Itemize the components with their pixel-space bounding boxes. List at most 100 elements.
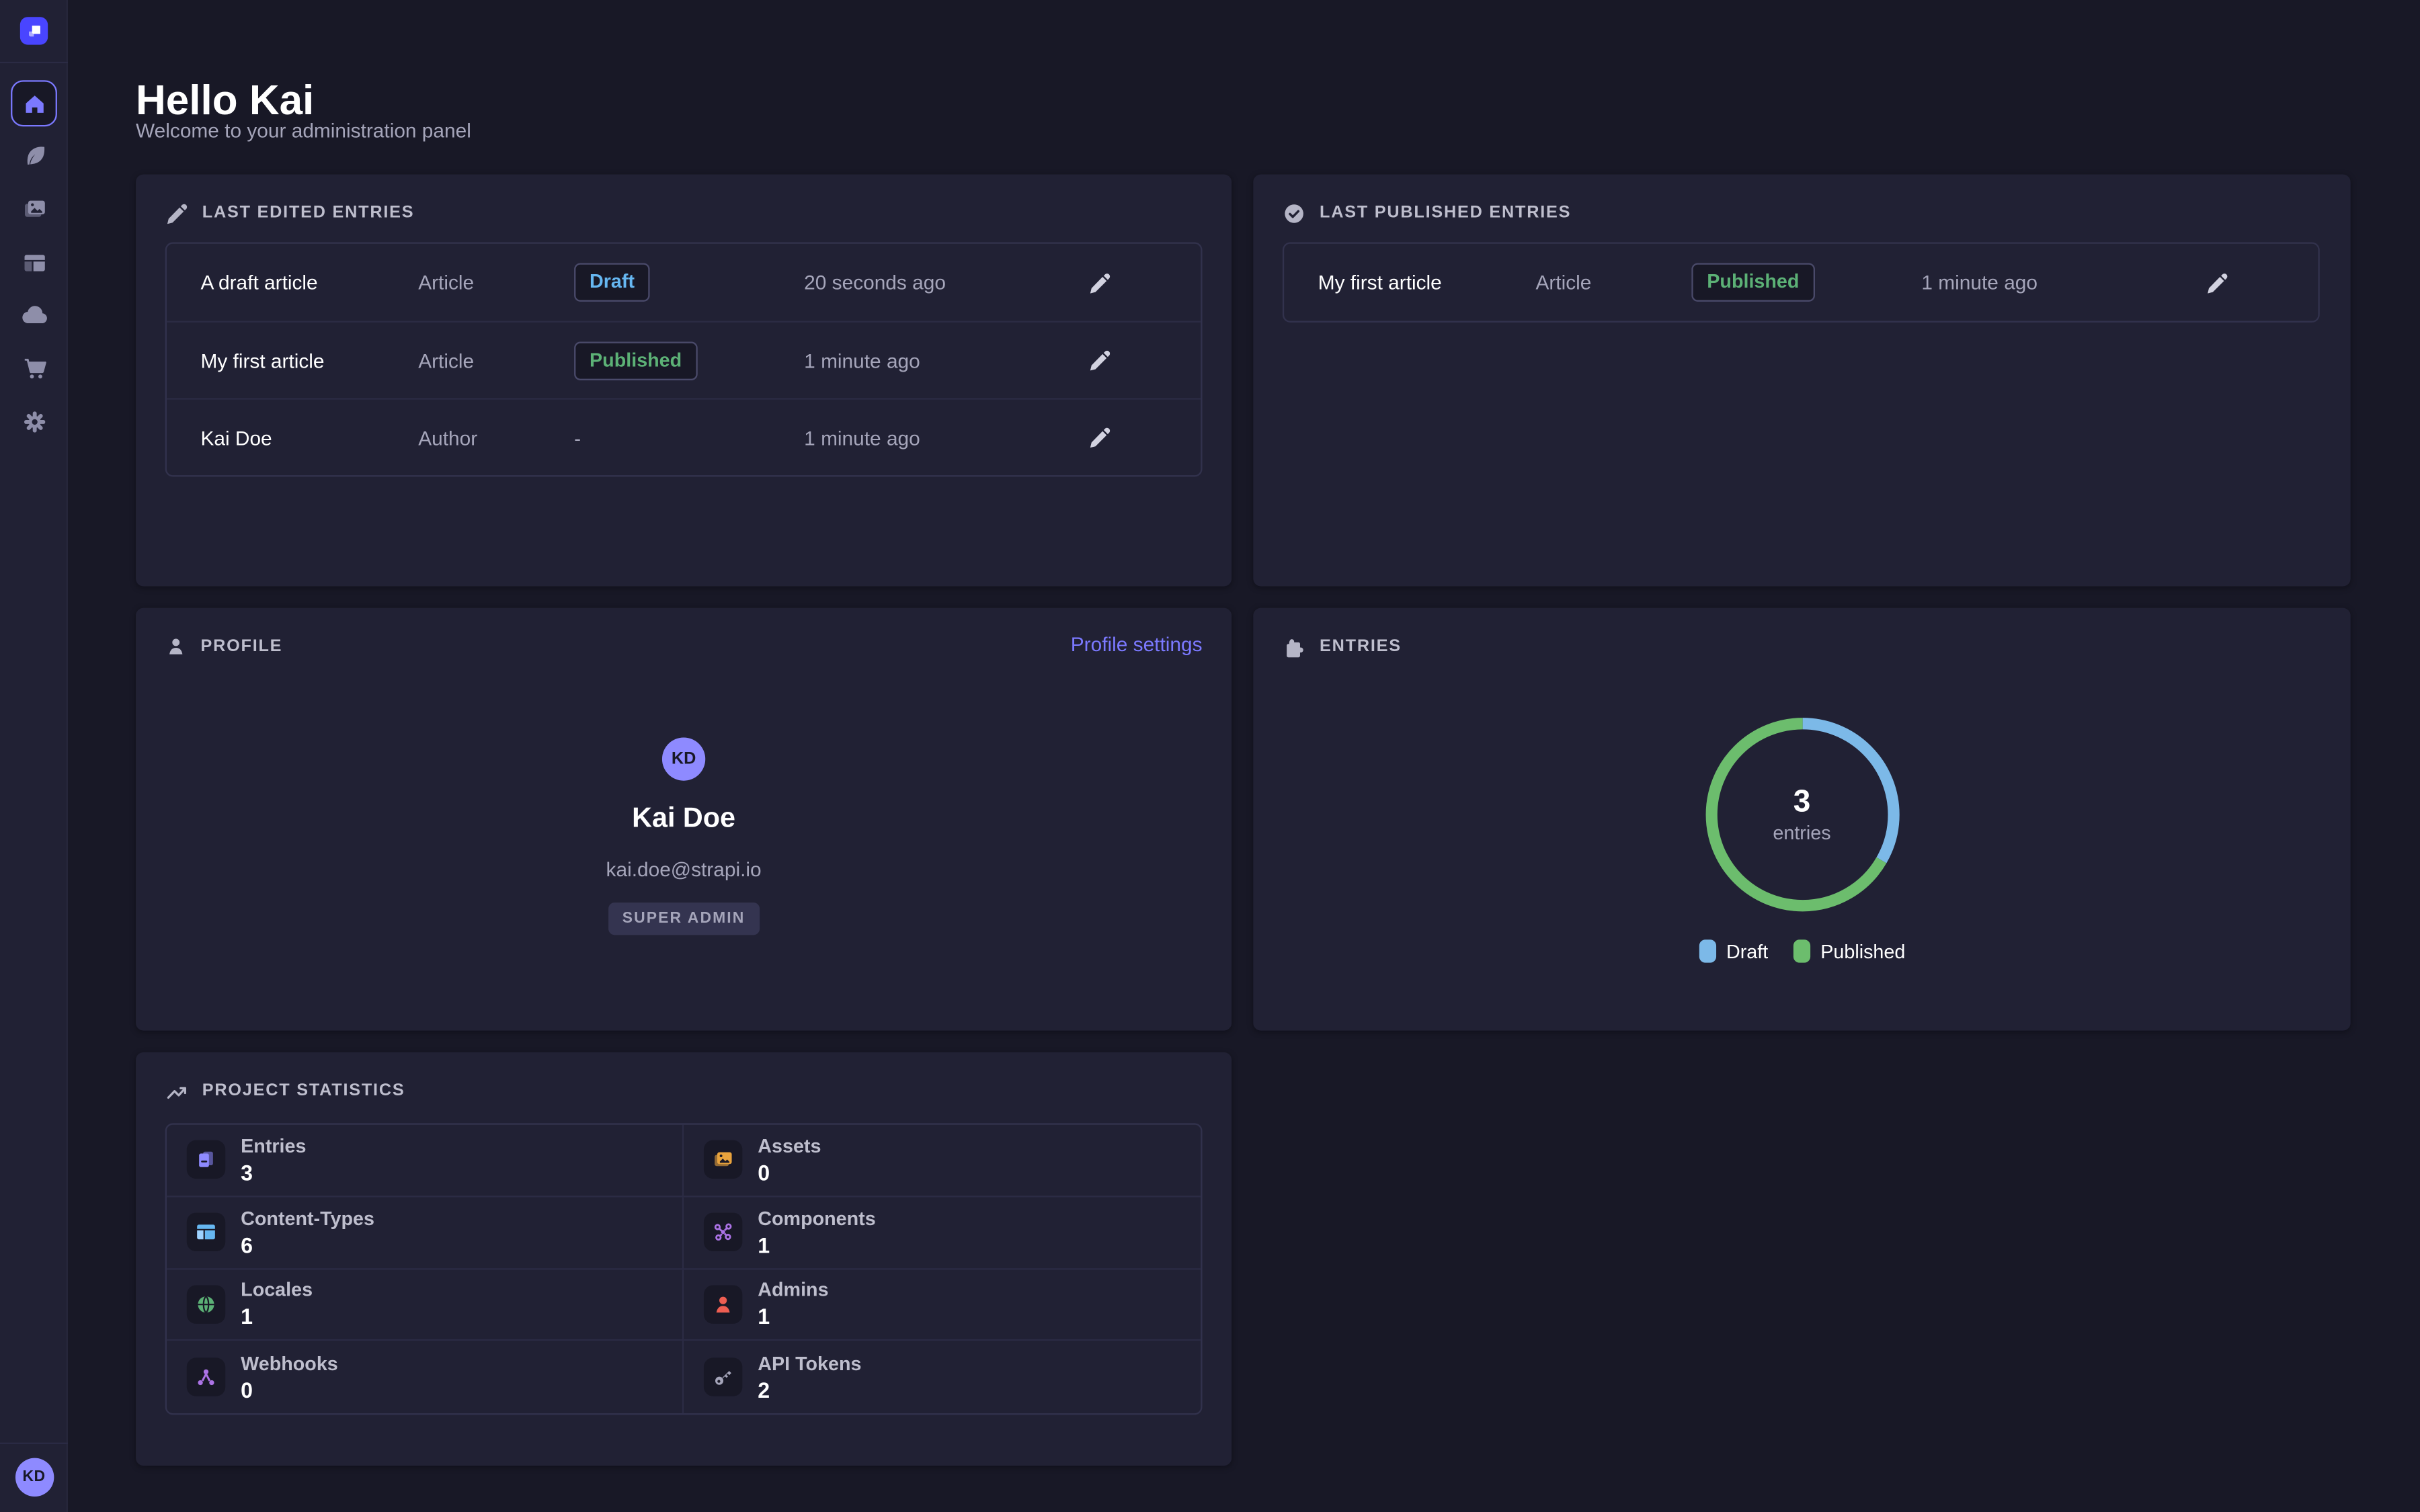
person-icon xyxy=(165,636,187,657)
sidebar-item-content-type-builder[interactable] xyxy=(12,241,55,284)
content-type-icon xyxy=(187,1213,225,1251)
stat-api-tokens: API Tokens 2 xyxy=(684,1341,1201,1413)
table-row[interactable]: A draft article Article Draft 20 seconds… xyxy=(167,244,1201,321)
stat-label: Admins xyxy=(758,1279,828,1301)
pencil-icon xyxy=(165,202,188,224)
edit-entry-button[interactable] xyxy=(1086,270,1111,295)
table-row[interactable]: My first article Article Published 1 min… xyxy=(1284,244,2318,321)
stat-label: Locales xyxy=(241,1279,313,1301)
entry-type: Article xyxy=(1535,271,1591,294)
entry-time: 1 minute ago xyxy=(804,426,920,449)
sidebar-item-marketplace[interactable] xyxy=(12,345,55,388)
entries-header: ENTRIES xyxy=(1283,634,1402,659)
sidebar-item-content-manager[interactable] xyxy=(12,134,55,177)
last-published-entries-card: LAST PUBLISHED ENTRIES My first article … xyxy=(1253,174,2350,586)
stat-label: Webhooks xyxy=(241,1353,338,1374)
card-title: ENTRIES xyxy=(1320,637,1402,656)
feather-icon xyxy=(21,142,47,169)
card-title: LAST EDITED ENTRIES xyxy=(202,204,415,222)
edit-entry-button[interactable] xyxy=(2204,270,2229,295)
strapi-logo-icon[interactable] xyxy=(20,17,48,44)
last-edited-entries-card: LAST EDITED ENTRIES A draft article Arti… xyxy=(136,174,1232,586)
entry-type: Article xyxy=(418,271,474,294)
project-statistics-header: PROJECT STATISTICS xyxy=(165,1079,405,1103)
project-statistics-card: PROJECT STATISTICS Entries 3 xyxy=(136,1052,1232,1466)
sidebar-item-media-library[interactable] xyxy=(12,187,55,230)
status-badge: Draft xyxy=(574,263,650,301)
published-swatch-icon xyxy=(1793,939,1810,962)
sidebar-divider-top xyxy=(0,62,68,63)
stat-label: Assets xyxy=(758,1136,821,1157)
entries-card: ENTRIES 3 entries Draft P xyxy=(1253,608,2350,1031)
stat-value: 0 xyxy=(758,1160,770,1185)
stat-value: 2 xyxy=(758,1377,770,1402)
cart-icon xyxy=(21,354,47,380)
entry-name: Kai Doe xyxy=(200,426,272,449)
entry-type: Author xyxy=(418,426,477,449)
sidebar-item-deploy[interactable] xyxy=(12,293,55,336)
donut-center: 3 entries xyxy=(1705,718,1899,912)
card-title: PROJECT STATISTICS xyxy=(202,1081,405,1100)
table-row[interactable]: Kai Doe Author - 1 minute ago xyxy=(167,398,1201,475)
stat-value: 0 xyxy=(241,1377,253,1402)
stat-value: 3 xyxy=(241,1160,253,1185)
edit-entry-button[interactable] xyxy=(1086,425,1111,450)
sidebar: KD xyxy=(0,0,68,1512)
stat-label: Content-Types xyxy=(241,1208,374,1229)
stat-value: 1 xyxy=(241,1304,253,1329)
entry-time: 20 seconds ago xyxy=(804,271,946,294)
last-published-entries-header: LAST PUBLISHED ENTRIES xyxy=(1283,200,1571,225)
sidebar-item-home[interactable] xyxy=(11,80,57,126)
draft-swatch-icon xyxy=(1699,939,1716,962)
key-icon xyxy=(704,1358,742,1396)
sidebar-item-settings[interactable] xyxy=(12,400,55,443)
page-subtitle: Welcome to your administration panel xyxy=(136,119,471,142)
legend-label: Published xyxy=(1820,940,1905,962)
table-row[interactable]: My first article Article Published 1 min… xyxy=(167,321,1201,398)
cloud-icon xyxy=(20,301,48,329)
entry-name: A draft article xyxy=(200,271,317,294)
molecule-icon xyxy=(704,1213,742,1251)
stat-value: 1 xyxy=(758,1232,770,1257)
pencil-icon xyxy=(1087,426,1110,449)
legend-item-published: Published xyxy=(1793,939,1905,962)
entry-time: 1 minute ago xyxy=(1921,271,2038,294)
stat-locales: Locales 1 xyxy=(167,1269,684,1341)
stat-value: 6 xyxy=(241,1232,253,1257)
status-badge: Published xyxy=(1691,263,1814,301)
card-title: PROFILE xyxy=(200,637,282,656)
legend-item-draft: Draft xyxy=(1699,939,1769,962)
trending-up-icon xyxy=(165,1079,188,1102)
last-edited-entries-header: LAST EDITED ENTRIES xyxy=(165,200,415,225)
stat-components: Components 1 xyxy=(684,1197,1201,1269)
profile-settings-link[interactable]: Profile settings xyxy=(1071,632,1203,655)
entry-type: Article xyxy=(418,349,474,372)
gear-icon xyxy=(21,408,47,434)
stat-assets: Assets 0 xyxy=(684,1125,1201,1197)
stat-admins: Admins 1 xyxy=(684,1269,1201,1341)
entry-name: My first article xyxy=(200,349,324,372)
globe-icon xyxy=(187,1285,225,1323)
stat-label: API Tokens xyxy=(758,1353,861,1374)
layout-icon xyxy=(21,249,47,276)
pictures-icon xyxy=(21,195,47,221)
chart-legend: Draft Published xyxy=(1253,939,2350,962)
pencil-icon xyxy=(1087,349,1110,372)
profile-card: PROFILE Profile settings KD Kai Doe kai.… xyxy=(136,608,1232,1031)
entries-donut-chart: 3 entries xyxy=(1705,718,1899,912)
pencil-icon xyxy=(2205,271,2228,294)
entries-total-label: entries xyxy=(1773,823,1830,844)
user-avatar[interactable]: KD xyxy=(15,1458,53,1497)
strapi-logo-glyph xyxy=(23,20,44,42)
stat-content-types: Content-Types 6 xyxy=(167,1197,684,1269)
person-icon xyxy=(704,1285,742,1323)
stat-webhooks: Webhooks 0 xyxy=(167,1341,684,1413)
legend-label: Draft xyxy=(1726,940,1768,962)
stat-entries: Entries 3 xyxy=(167,1125,684,1197)
webhooks-icon xyxy=(187,1358,225,1396)
pencil-icon xyxy=(1087,271,1110,294)
status-badge: Published xyxy=(574,341,697,379)
stat-value: 1 xyxy=(758,1304,770,1329)
stat-label: Components xyxy=(758,1208,875,1229)
edit-entry-button[interactable] xyxy=(1086,348,1111,373)
